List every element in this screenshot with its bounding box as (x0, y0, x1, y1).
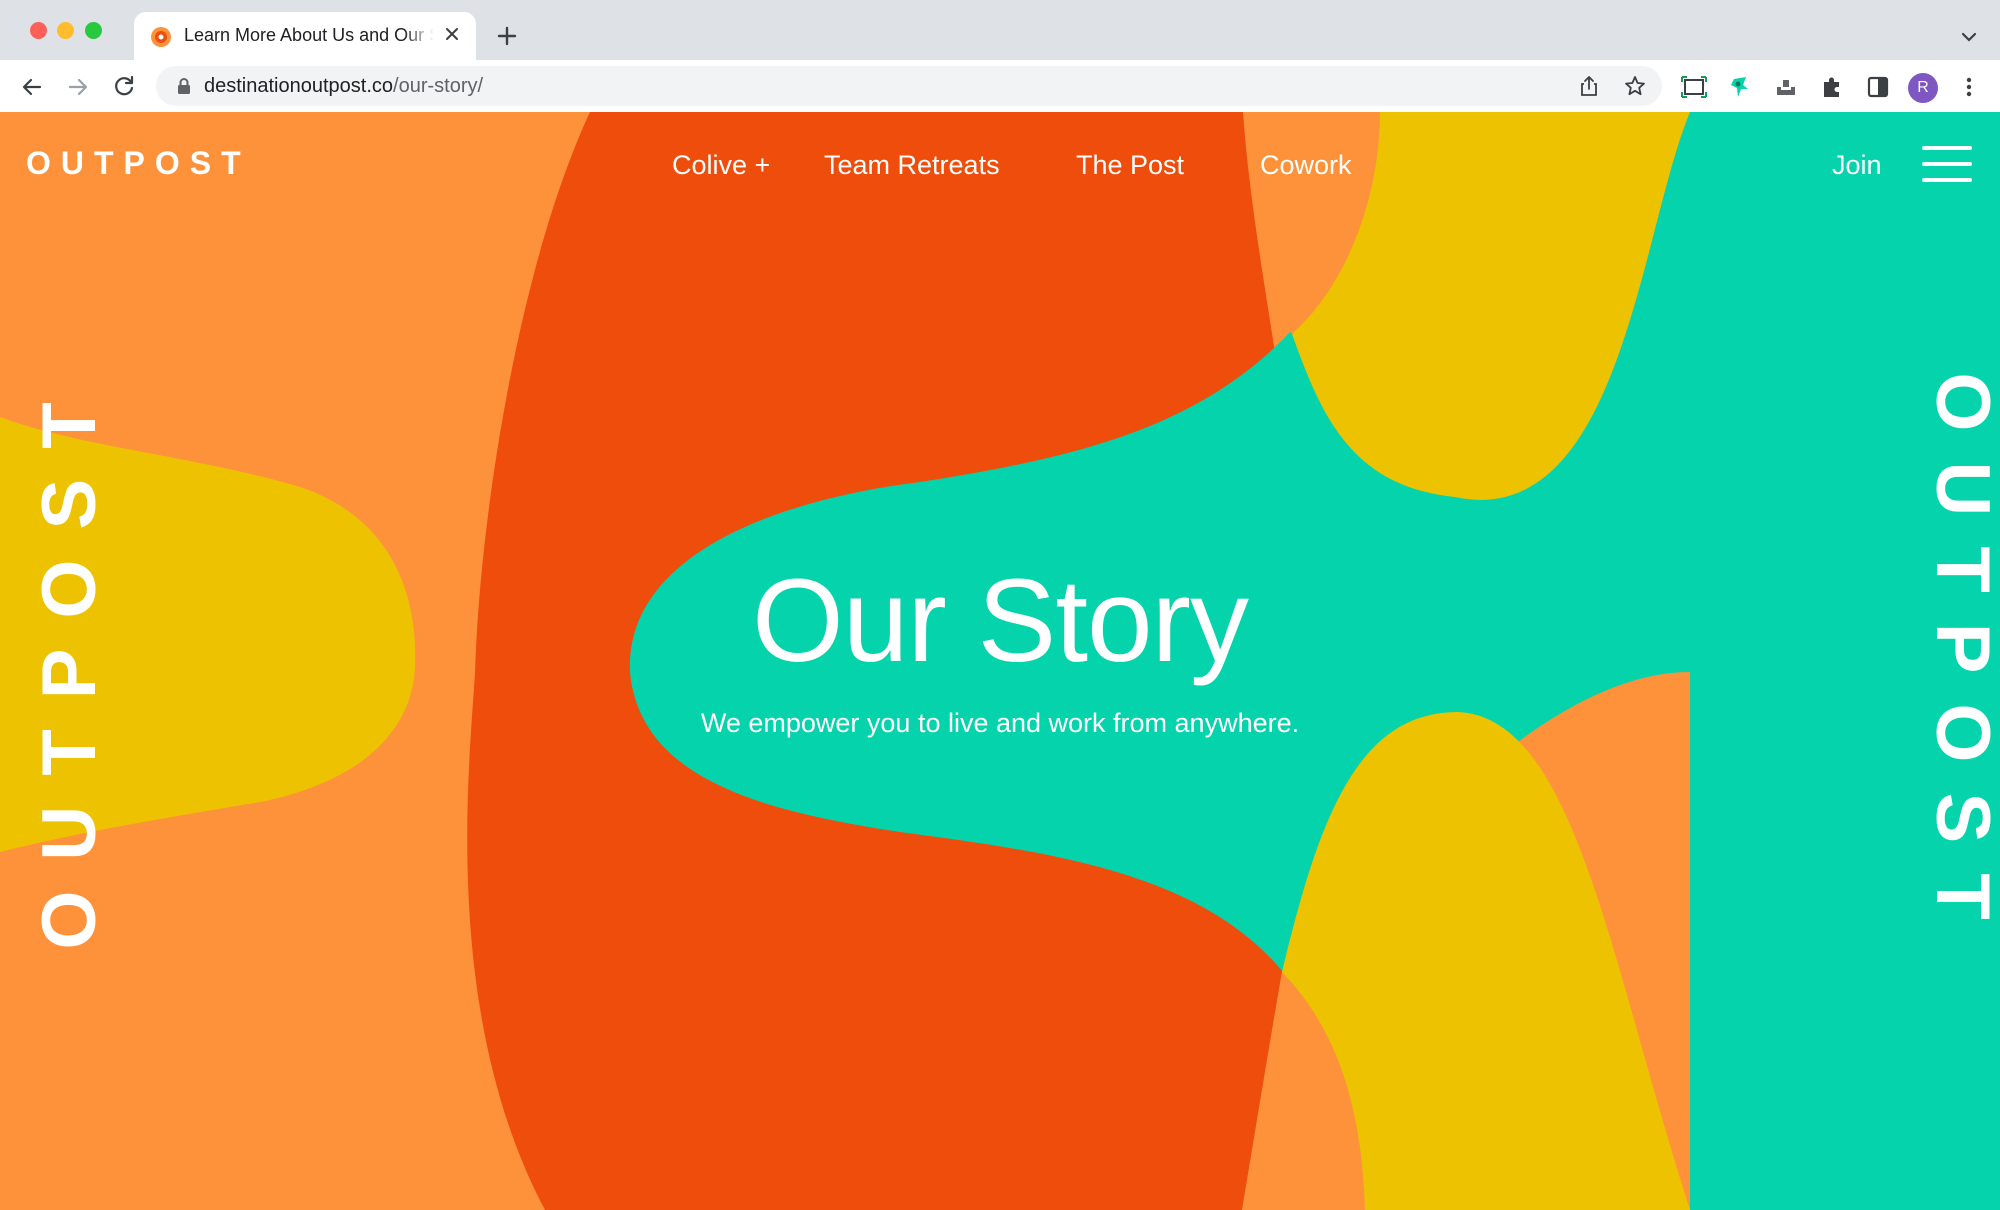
outpost-logo[interactable]: OUTPOST (26, 145, 251, 182)
profile-avatar[interactable]: R (1908, 73, 1938, 103)
browser-window: Learn More About Us and Our Story (0, 0, 2000, 1210)
active-tab[interactable]: Learn More About Us and Our Story (134, 12, 476, 60)
chevron-down-icon[interactable] (1956, 24, 1982, 50)
tab-title: Learn More About Us and Our Story (184, 25, 434, 45)
reload-icon[interactable] (110, 73, 138, 101)
extension-icon[interactable] (1726, 73, 1754, 101)
address-bar[interactable]: destinationoutpost.co/our-story/ (156, 66, 1662, 106)
nav-colive-link[interactable]: Colive + (672, 150, 770, 181)
back-icon[interactable] (18, 73, 46, 101)
hamburger-menu-icon[interactable] (1922, 146, 1972, 184)
tab-strip: Learn More About Us and Our Story (0, 0, 2000, 60)
nav-join-link[interactable]: Join (1832, 150, 1882, 181)
nav-the-post-link[interactable]: The Post (1076, 150, 1184, 181)
side-panel-icon[interactable] (1864, 73, 1892, 101)
hero-title: Our Story (752, 555, 1249, 687)
url-domain: destinationoutpost.co (204, 75, 394, 97)
puzzle-icon[interactable] (1818, 73, 1846, 101)
hero-subtitle: We empower you to live and work from any… (700, 708, 1300, 738)
side-logo-right: OUTPOST (1920, 372, 2000, 950)
forward-icon[interactable] (64, 73, 92, 101)
nav-team-retreats-link[interactable]: Team Retreats (824, 150, 1000, 181)
star-icon[interactable] (1624, 75, 1646, 97)
nav-cowork-link[interactable]: Cowork (1260, 150, 1352, 181)
webpage: OUTPOST Colive + Team Retreats The Post … (0, 112, 2000, 1210)
url-path: /our-story/ (393, 75, 484, 97)
side-logo-left: OUTPOST (27, 372, 112, 950)
lock-icon (178, 78, 190, 94)
minimize-window-button[interactable] (57, 22, 74, 39)
menu-icon[interactable] (1955, 73, 1983, 101)
zoom-window-button[interactable] (85, 22, 102, 39)
url-text: destinationoutpost.co/our-story/ (204, 75, 483, 98)
share-icon[interactable] (1578, 75, 1600, 97)
screenshot-icon[interactable] (1680, 73, 1708, 101)
close-window-button[interactable] (30, 22, 47, 39)
outpost-favicon-icon (151, 27, 171, 47)
extension-icon[interactable] (1772, 73, 1800, 101)
new-tab-icon[interactable] (493, 22, 521, 50)
close-tab-icon[interactable] (440, 22, 464, 46)
browser-toolbar: destinationoutpost.co/our-story/ R (0, 60, 2000, 112)
